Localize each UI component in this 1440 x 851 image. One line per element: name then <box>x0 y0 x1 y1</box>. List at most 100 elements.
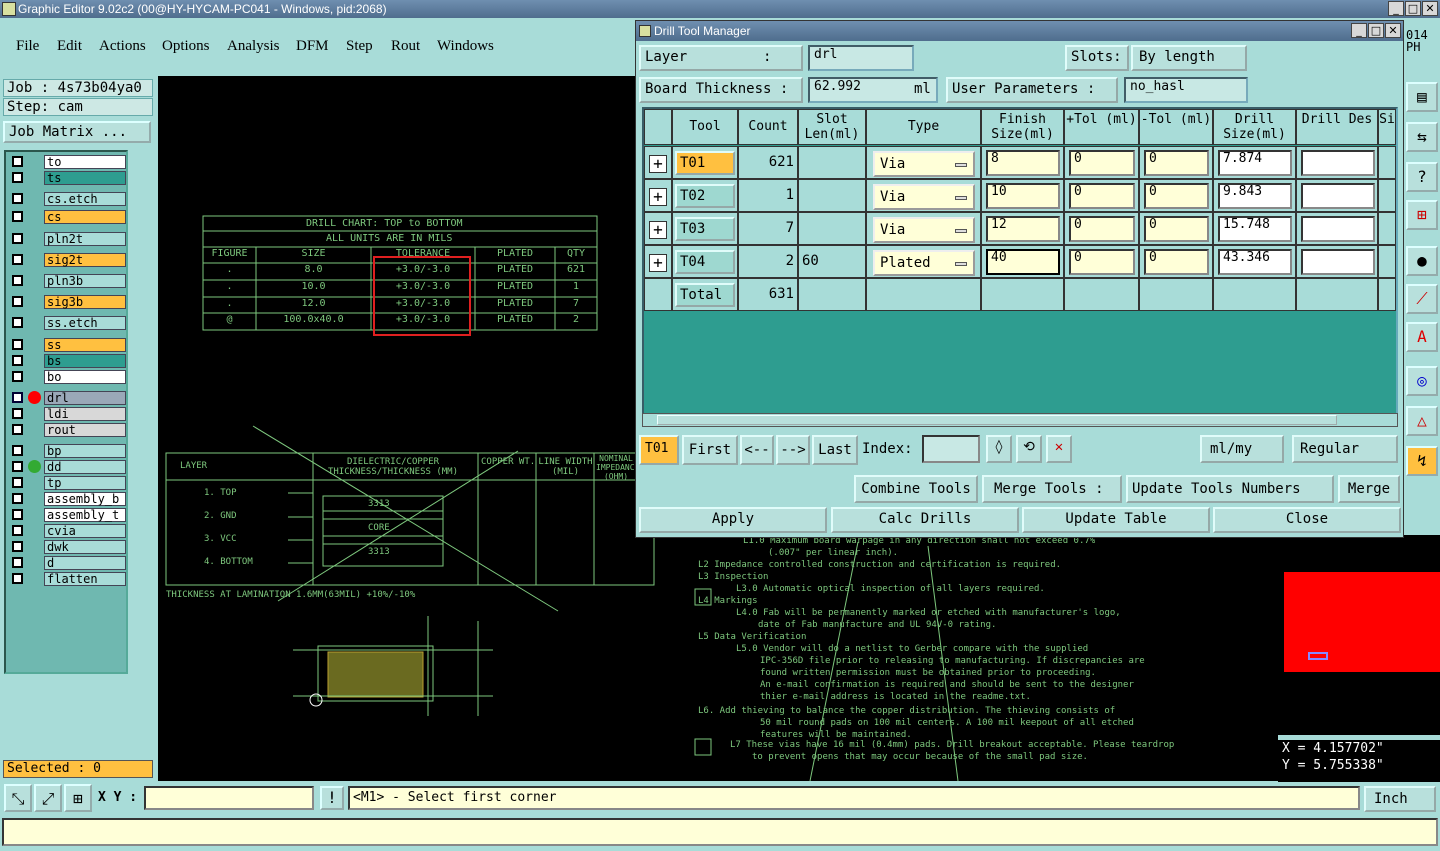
layer-checkbox[interactable] <box>12 525 23 536</box>
layer-row-pln2t[interactable]: pln2t <box>10 232 126 246</box>
next-button[interactable]: --> <box>776 435 810 465</box>
drill-des-field[interactable] <box>1301 150 1375 176</box>
index-field[interactable] <box>922 435 980 463</box>
board-preview[interactable] <box>1278 535 1440 735</box>
layer-row-cvia[interactable]: cvia <box>10 524 126 538</box>
layer-checkbox[interactable] <box>12 424 23 435</box>
tool-button[interactable]: T03 <box>675 217 735 241</box>
finish-size-field[interactable]: 12 <box>986 216 1060 242</box>
merge-button[interactable]: Merge <box>1338 475 1400 503</box>
layer-row-to[interactable]: to <box>10 155 126 169</box>
drill-size-field[interactable]: 43.346 <box>1218 249 1292 275</box>
layer-row-sig3b[interactable]: sig3b <box>10 295 126 309</box>
merge-tools-select[interactable]: Update Tools Numbers <box>1126 475 1334 503</box>
layer-row-bp[interactable]: bp <box>10 444 126 458</box>
refresh-icon[interactable]: ⟲ <box>1016 435 1042 463</box>
layer-row-d[interactable]: d <box>10 556 126 570</box>
zoom-fit-icon[interactable]: ⤡ <box>4 784 32 812</box>
mode-select[interactable]: Regular <box>1292 435 1398 463</box>
warning-icon[interactable]: ! <box>320 786 344 810</box>
layer-row-tp[interactable]: tp <box>10 476 126 490</box>
layer-checkbox[interactable] <box>12 275 23 286</box>
last-button[interactable]: Last <box>812 435 858 465</box>
minus-tol-field[interactable]: 0 <box>1144 216 1209 242</box>
menu-actions[interactable]: Actions <box>99 38 146 55</box>
layer-checkbox[interactable] <box>12 254 23 265</box>
finish-size-field[interactable]: 8 <box>986 150 1060 176</box>
update-table-button[interactable]: Update Table <box>1022 507 1210 533</box>
apply-button[interactable]: Apply <box>639 507 827 533</box>
line-icon[interactable]: ⟋ <box>1406 284 1438 314</box>
layer-checkbox[interactable] <box>12 445 23 456</box>
layer-checkbox[interactable] <box>12 355 23 366</box>
help-icon[interactable]: ? <box>1406 162 1438 192</box>
plus-tol-field[interactable]: 0 <box>1069 183 1135 209</box>
prev-button[interactable]: <-- <box>740 435 774 465</box>
layer-checkbox[interactable] <box>12 233 23 244</box>
type-select[interactable]: Via <box>873 217 975 243</box>
expand-icon[interactable]: + <box>649 221 667 239</box>
layer-checkbox[interactable] <box>12 541 23 552</box>
close-button[interactable]: Close <box>1213 507 1401 533</box>
finish-size-field[interactable]: 40 <box>986 249 1060 275</box>
user-parameters-label[interactable]: User Parameters : <box>946 77 1118 103</box>
layer-checkbox[interactable] <box>12 493 23 504</box>
menu-step[interactable]: Step <box>346 38 373 55</box>
tool-button[interactable]: T01 <box>675 151 735 175</box>
layer-row-pln3b[interactable]: pln3b <box>10 274 126 288</box>
units-dialog-select[interactable]: ml/my <box>1200 435 1284 463</box>
combine-tools-button[interactable]: Combine Tools <box>854 475 978 503</box>
minus-tol-field[interactable]: 0 <box>1144 183 1209 209</box>
layer-checkbox[interactable] <box>12 371 23 382</box>
layer-row-assembly-t[interactable]: assembly_t <box>10 508 126 522</box>
layer-row-ss[interactable]: ss <box>10 338 126 352</box>
pad-icon[interactable]: ● <box>1406 246 1438 276</box>
maximize-icon[interactable]: □ <box>1405 1 1421 16</box>
tool-button[interactable]: T02 <box>675 184 735 208</box>
job-matrix-button[interactable]: Job Matrix ... <box>3 121 151 143</box>
layer-row-dwk[interactable]: dwk <box>10 540 126 554</box>
minimize-icon[interactable]: _ <box>1388 1 1404 16</box>
expand-icon[interactable]: + <box>649 188 667 206</box>
layer-checkbox[interactable] <box>12 557 23 568</box>
plus-tol-field[interactable]: 0 <box>1069 249 1135 275</box>
layer-row-assembly-b[interactable]: assembly_b <box>10 492 126 506</box>
layer-checkbox[interactable] <box>12 573 23 584</box>
dialog-maximize-icon[interactable]: □ <box>1368 23 1384 38</box>
finish-size-field[interactable]: 10 <box>986 183 1060 209</box>
user-parameters-field[interactable]: no_hasl <box>1124 77 1248 103</box>
swap-icon[interactable]: ⇆ <box>1406 122 1438 152</box>
menu-edit[interactable]: Edit <box>57 38 82 55</box>
layer-row-ldi[interactable]: ldi <box>10 407 126 421</box>
layer-checkbox[interactable] <box>12 211 23 222</box>
tool-button[interactable]: T04 <box>675 250 735 274</box>
drill-des-field[interactable] <box>1301 249 1375 275</box>
delete-icon[interactable]: ✕ <box>1046 435 1072 463</box>
layer-checkbox[interactable] <box>12 509 23 520</box>
net-icon[interactable]: ⊞ <box>1406 200 1438 230</box>
drill-size-field[interactable]: 9.843 <box>1218 183 1292 209</box>
calc-drills-button[interactable]: Calc Drills <box>831 507 1019 533</box>
zoom-area-icon[interactable]: ⤢ <box>34 784 62 812</box>
layer-row-bs[interactable]: bs <box>10 354 126 368</box>
scrollbar-thumb[interactable] <box>657 415 1337 425</box>
type-select[interactable]: Plated <box>873 250 975 276</box>
type-select[interactable]: Via <box>873 184 975 210</box>
layer-row-cs-etch[interactable]: cs.etch <box>10 192 126 206</box>
route-icon[interactable]: ↯ <box>1406 446 1438 476</box>
layer-row-flatten[interactable]: flatten <box>10 572 126 586</box>
layer-row-rout[interactable]: rout <box>10 423 126 437</box>
layer-checkbox[interactable] <box>12 172 23 183</box>
layer-checkbox[interactable] <box>12 296 23 307</box>
text-icon[interactable]: A <box>1406 322 1438 352</box>
type-select[interactable]: Via <box>873 151 975 177</box>
menu-dfm[interactable]: DFM <box>296 38 329 55</box>
drill-size-field[interactable]: 7.874 <box>1218 150 1292 176</box>
layer-row-drl[interactable]: drl <box>10 391 126 405</box>
horizontal-scrollbar[interactable] <box>642 413 1398 427</box>
menu-windows[interactable]: Windows <box>437 38 494 55</box>
layer-row-cs[interactable]: cs <box>10 210 126 224</box>
drill-des-field[interactable] <box>1301 183 1375 209</box>
dialog-close-icon[interactable]: ✕ <box>1385 23 1401 38</box>
plus-tol-field[interactable]: 0 <box>1069 216 1135 242</box>
